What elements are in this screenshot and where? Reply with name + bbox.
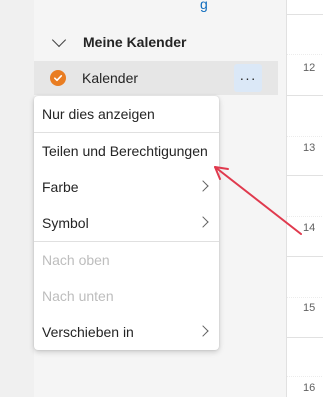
annotation-arrow-icon — [214, 166, 302, 235]
